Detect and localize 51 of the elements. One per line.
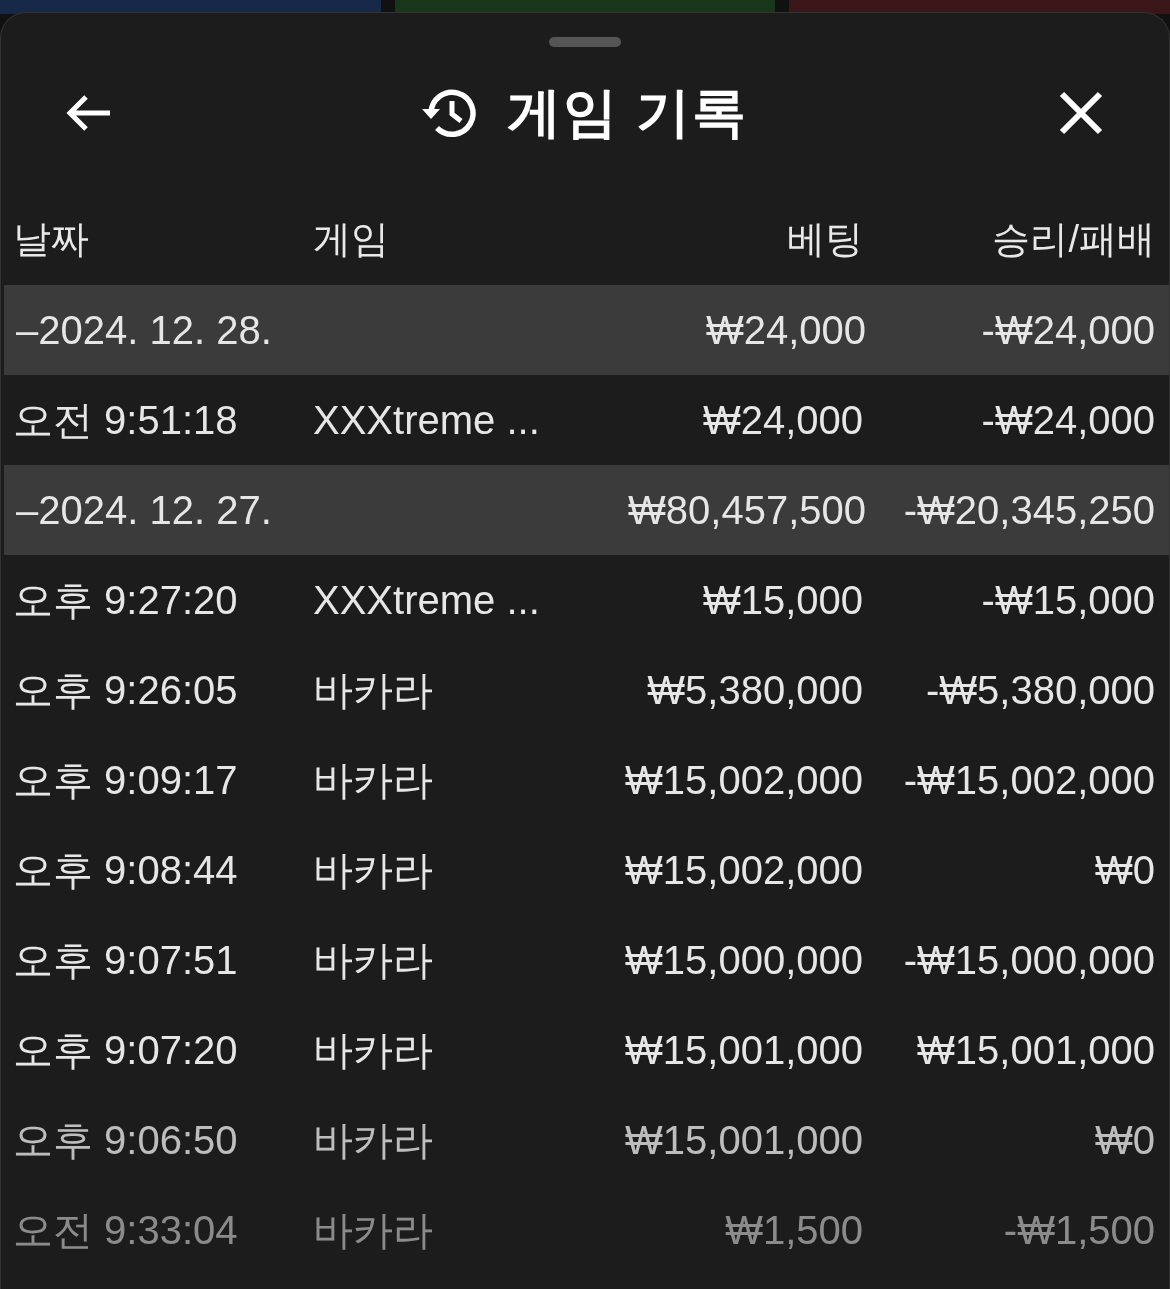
bet-cell-text: ₩24,000	[701, 397, 863, 443]
game-cell-text: 바카라	[313, 1116, 434, 1164]
bet-cell-text: ₩15,001,000	[624, 1117, 863, 1163]
time-cell-text: 오후 9:06:50	[13, 1116, 239, 1164]
result-cell-text: ₩0	[1094, 847, 1155, 893]
time-cell-text: 오전 9:51:18	[13, 396, 239, 444]
game-cell-text: 바카라	[313, 1206, 434, 1254]
close-icon	[1058, 90, 1104, 136]
result-cell-text: -₩1,500	[1002, 1207, 1155, 1253]
time-cell-text: 오후 9:08:44	[13, 846, 239, 894]
result-cell-text: ₩15,001,000	[916, 1027, 1155, 1073]
group-result-total: -₩20,345,250	[902, 487, 1155, 533]
game-cell-text: XXXtreme ...	[313, 577, 541, 623]
date-group-row[interactable]: –2024. 12. 28. ₩24,000 -₩24,000	[4, 285, 1169, 375]
time-cell-text: 오후 9:07:51	[13, 936, 239, 984]
game-cell-text: 바카라	[313, 666, 434, 714]
date-group-row[interactable]: –2024. 12. 27. ₩80,457,500 -₩20,345,250	[4, 465, 1169, 555]
column-header: 날짜	[13, 216, 90, 262]
column-header: 승리/패배	[991, 216, 1155, 262]
game-cell-text: 바카라	[313, 756, 434, 804]
game-cell-text: 바카라	[313, 936, 434, 984]
bet-cell-text: ₩1,500	[724, 1207, 863, 1253]
column-header: 베팅	[786, 216, 863, 262]
result-cell-text: ₩0	[1094, 1117, 1155, 1163]
game-cell-text: 바카라	[313, 846, 434, 894]
sheet-title: 게임 기록	[507, 80, 749, 144]
bet-cell-text: ₩15,000	[701, 577, 863, 623]
column-header: 게임	[313, 216, 390, 262]
result-cell-text: -₩15,002,000	[902, 757, 1155, 803]
group-bet-total: ₩80,457,500	[627, 487, 866, 533]
bet-cell-text: ₩15,001,000	[624, 1027, 863, 1073]
result-cell-text: -₩24,000	[980, 397, 1155, 443]
result-cell-text: -₩15,000,000	[902, 937, 1155, 983]
game-cell-text: 바카라	[313, 1026, 434, 1074]
time-cell-text: 오후 9:27:20	[13, 576, 239, 624]
group-result-total: -₩24,000	[980, 307, 1155, 353]
time-cell-text: 오후 9:09:17	[13, 756, 239, 804]
group-date: –2024. 12. 28.	[16, 307, 273, 353]
time-cell-text: 오후 9:26:05	[13, 666, 239, 714]
game-cell-text: XXXtreme ...	[313, 397, 541, 443]
result-cell-text: -₩5,380,000	[924, 667, 1155, 713]
time-cell-text: 오전 9:33:04	[13, 1206, 239, 1254]
bet-cell-text: ₩15,002,000	[624, 847, 863, 893]
bet-cell-text: ₩5,380,000	[646, 667, 863, 713]
drag-handle[interactable]	[549, 37, 621, 47]
group-bet-total: ₩24,000	[704, 307, 866, 353]
result-cell-text: -₩15,000	[980, 577, 1155, 623]
bet-cell-text: ₩15,002,000	[624, 757, 863, 803]
bet-cell-text: ₩15,000,000	[624, 937, 863, 983]
group-date: –2024. 12. 27.	[16, 487, 273, 533]
time-cell-text: 오후 9:07:20	[13, 1026, 239, 1074]
